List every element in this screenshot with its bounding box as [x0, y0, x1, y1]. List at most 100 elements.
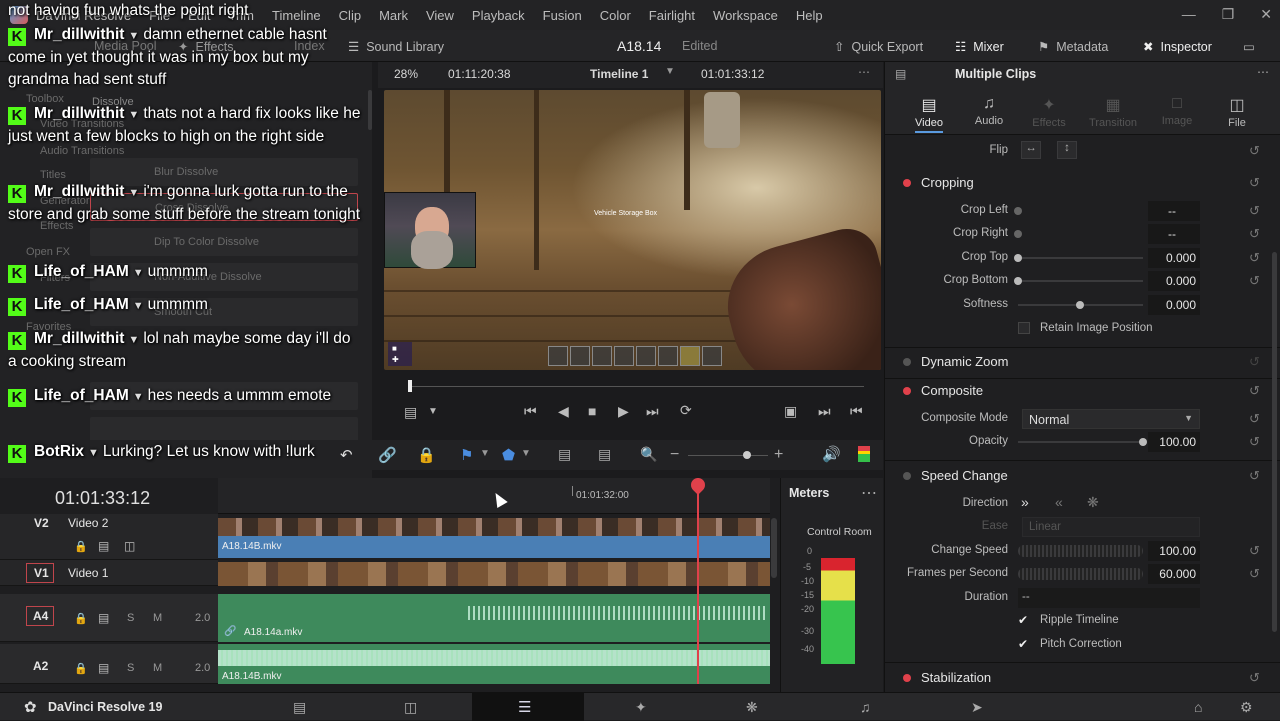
- composite-mode-select[interactable]: Normal ▼: [1022, 409, 1200, 429]
- speed-change-section[interactable]: Speed Change: [903, 468, 1008, 483]
- zoom-level[interactable]: 28%: [394, 67, 418, 81]
- playhead-line[interactable]: [697, 478, 699, 684]
- ease-select[interactable]: Linear: [1022, 517, 1200, 537]
- more-options-icon[interactable]: ⋯: [861, 483, 877, 503]
- track-visible-icon[interactable]: ◫: [124, 539, 135, 553]
- opacity-value[interactable]: 100.00: [1148, 432, 1200, 452]
- reset-icon[interactable]: ↺: [1249, 670, 1260, 686]
- inspector-scrollbar[interactable]: [1272, 252, 1277, 632]
- reset-icon[interactable]: ↺: [1249, 354, 1260, 370]
- tab-effects[interactable]: ✦ Effects: [1019, 95, 1079, 129]
- crop-left-value[interactable]: --: [1148, 201, 1200, 221]
- stabilization-section[interactable]: Stabilization: [903, 670, 991, 685]
- reset-icon[interactable]: ↺: [1249, 143, 1260, 159]
- change-speed-slider[interactable]: [1018, 545, 1143, 557]
- deliver-page-icon[interactable]: ➤: [971, 699, 983, 716]
- chevron-down-icon[interactable]: ▼: [521, 448, 531, 459]
- flip-horizontal-icon[interactable]: ↔: [1021, 141, 1041, 159]
- skip-to-start-icon[interactable]: ⏮: [524, 403, 537, 420]
- auto-select-icon[interactable]: ▤: [98, 661, 109, 675]
- next-edit-icon[interactable]: ⏭: [818, 403, 831, 420]
- tab-image[interactable]: □ Image: [1147, 95, 1207, 127]
- freeze-icon[interactable]: ❋: [1087, 494, 1099, 511]
- lock-icon[interactable]: 🔒: [417, 446, 436, 464]
- tab-file[interactable]: ◫ File: [1207, 95, 1267, 129]
- chevron-down-icon[interactable]: ▼: [665, 66, 675, 77]
- track-header-a4[interactable]: A4 🔒 ▤ S M 2.0: [0, 594, 218, 642]
- reset-icon[interactable]: ↺: [1249, 543, 1260, 559]
- menu-playback[interactable]: Playback: [472, 8, 525, 23]
- play-reverse-icon[interactable]: ◀: [558, 403, 569, 420]
- fps-slider[interactable]: [1018, 568, 1143, 580]
- crop-top-slider[interactable]: [1014, 254, 1143, 262]
- mute-button[interactable]: M: [153, 612, 162, 624]
- mute-button[interactable]: M: [153, 662, 162, 674]
- zoom-slider[interactable]: [688, 455, 768, 456]
- inspector-button[interactable]: ✖ Inspector: [1143, 39, 1212, 55]
- timeline-name-dropdown[interactable]: Timeline 1: [590, 67, 648, 81]
- minimize-icon[interactable]: —: [1182, 6, 1196, 23]
- track-header-v2[interactable]: V2 Video 2 🔒 ▤ ◫: [0, 514, 218, 560]
- stop-icon[interactable]: ■: [588, 403, 596, 419]
- pitch-correction-checkbox[interactable]: ✔: [1018, 637, 1028, 651]
- timeline-scrollbar[interactable]: [771, 518, 777, 578]
- video-viewer[interactable]: Vehicle Storage Box ■ ✚: [384, 90, 881, 370]
- reset-icon[interactable]: ↺: [1249, 175, 1260, 191]
- crop-right-knob[interactable]: [1014, 230, 1022, 238]
- marker-icon[interactable]: ⬟: [502, 446, 515, 464]
- ripple-timeline-checkbox[interactable]: ✔: [1018, 613, 1028, 627]
- viewer-scrubber[interactable]: [384, 380, 881, 392]
- zoom-custom-icon[interactable]: 🔍: [640, 446, 657, 463]
- reset-icon[interactable]: ↺: [1249, 226, 1260, 242]
- mixer-button[interactable]: ☷ Mixer: [955, 39, 1004, 55]
- track-header-a2[interactable]: A2 🔒 ▤ S M 2.0: [0, 644, 218, 684]
- more-options-icon[interactable]: ⋯: [858, 65, 870, 79]
- tab-video[interactable]: ▤ Video: [899, 95, 959, 129]
- menu-workspace[interactable]: Workspace: [713, 8, 778, 23]
- auto-select-icon[interactable]: ▤: [98, 611, 109, 625]
- crop-top-knob[interactable]: [1014, 254, 1022, 262]
- menu-color[interactable]: Color: [600, 8, 631, 23]
- zoom-slider-knob[interactable]: [743, 451, 751, 459]
- audio-meter-toggle[interactable]: [858, 446, 870, 462]
- solo-button[interactable]: S: [127, 612, 134, 624]
- track-header-v1[interactable]: V1 Video 1: [0, 560, 218, 586]
- menu-fusion[interactable]: Fusion: [543, 8, 582, 23]
- softness-value[interactable]: 0.000: [1148, 295, 1200, 315]
- chevron-down-icon[interactable]: ▼: [480, 448, 490, 459]
- loop-icon[interactable]: ⟳: [680, 402, 692, 419]
- scrubber-handle[interactable]: [408, 380, 412, 392]
- restore-icon[interactable]: ❐: [1222, 6, 1235, 23]
- v2-clip-thumbnails[interactable]: [218, 518, 770, 536]
- flip-vertical-icon[interactable]: ↕: [1057, 141, 1077, 159]
- menu-help[interactable]: Help: [796, 8, 823, 23]
- menu-fairlight[interactable]: Fairlight: [649, 8, 695, 23]
- v2-clip[interactable]: A18.14B.mkv: [218, 536, 770, 558]
- skip-to-end-icon[interactable]: ⏭: [646, 403, 659, 420]
- crop-bottom-value[interactable]: 0.000: [1148, 271, 1200, 291]
- zoom-in-icon[interactable]: +: [774, 446, 783, 464]
- metadata-button[interactable]: ⚑ Metadata: [1038, 39, 1108, 55]
- edit-page-tab[interactable]: ☰: [472, 693, 584, 721]
- lock-icon[interactable]: 🔒: [74, 540, 88, 553]
- zoom-out-icon[interactable]: −: [670, 446, 679, 464]
- close-icon[interactable]: ✕: [1260, 6, 1272, 23]
- safe-area-icon[interactable]: ▤: [404, 404, 417, 421]
- reset-icon[interactable]: ↺: [1249, 250, 1260, 266]
- crop-bottom-slider[interactable]: [1014, 277, 1143, 285]
- media-page-icon[interactable]: ▤: [293, 699, 306, 716]
- softness-slider[interactable]: [1018, 301, 1143, 309]
- home-icon[interactable]: ⌂: [1194, 699, 1202, 715]
- lock-icon[interactable]: 🔒: [74, 612, 88, 625]
- volume-icon[interactable]: 🔊: [822, 445, 841, 463]
- menu-view[interactable]: View: [426, 8, 454, 23]
- tab-audio[interactable]: ♫ Audio: [959, 95, 1019, 127]
- a4-clip[interactable]: 🔗 A18.14a.mkv: [218, 594, 770, 642]
- reset-icon[interactable]: ↺: [1249, 203, 1260, 219]
- quick-export-button[interactable]: ⇧ Quick Export: [834, 39, 923, 55]
- retain-image-checkbox[interactable]: [1018, 322, 1030, 334]
- composite-section[interactable]: Composite: [903, 383, 983, 398]
- crop-right-value[interactable]: --: [1148, 224, 1200, 244]
- crop-bottom-knob[interactable]: [1014, 277, 1022, 285]
- change-speed-value[interactable]: 100.00: [1148, 541, 1200, 561]
